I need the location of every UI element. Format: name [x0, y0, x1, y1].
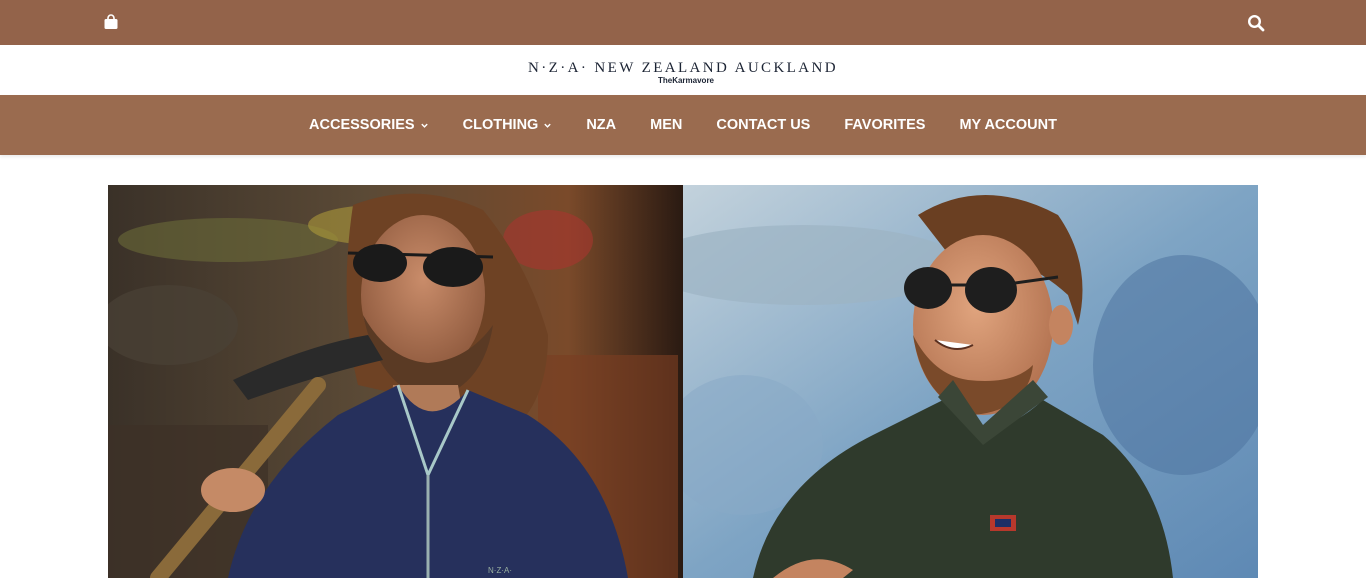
logo-bar: N·Z·A· NEW ZEALAND AUCKLAND TheKarmavore: [0, 45, 1366, 95]
hero-image-left[interactable]: N·Z·A·: [108, 185, 683, 578]
nav-item-men[interactable]: MEN: [633, 117, 699, 133]
nav-item-label: MEN: [650, 117, 683, 133]
nav-item-label: FAVORITES: [844, 117, 926, 133]
nav-item-nza[interactable]: NZA: [569, 117, 633, 133]
nav-item-favorites[interactable]: FAVORITES: [827, 117, 942, 133]
chevron-down-icon: [420, 123, 428, 128]
nav-item-label: ACCESSORIES: [309, 117, 415, 133]
nav-item-my-account[interactable]: MY ACCOUNT: [942, 117, 1073, 133]
nav-item-contact-us[interactable]: CONTACT US: [699, 117, 827, 133]
hero-image-right[interactable]: [683, 185, 1258, 578]
search-icon[interactable]: [1247, 14, 1265, 32]
nav-item-clothing[interactable]: CLOTHING: [446, 117, 570, 133]
shopping-bag-icon[interactable]: [103, 14, 119, 30]
site-logo[interactable]: N·Z·A· NEW ZEALAND AUCKLAND: [528, 60, 838, 76]
chevron-down-icon: [544, 123, 552, 128]
hero-banner: N·Z·A·: [108, 185, 1258, 578]
nav-item-label: CONTACT US: [716, 117, 811, 133]
site-logo-tagline: TheKarmavore: [657, 75, 715, 85]
nav-item-label: MY ACCOUNT: [959, 117, 1057, 133]
nav-item-label: NZA: [586, 117, 617, 133]
main-navigation: ACCESSORIES CLOTHING NZA MEN CONTACT US …: [0, 95, 1366, 155]
sweater-logo: N·Z·A·: [488, 566, 512, 575]
nav-item-accessories[interactable]: ACCESSORIES: [292, 117, 446, 133]
nav-item-label: CLOTHING: [462, 117, 539, 133]
top-utility-bar: [0, 0, 1366, 45]
